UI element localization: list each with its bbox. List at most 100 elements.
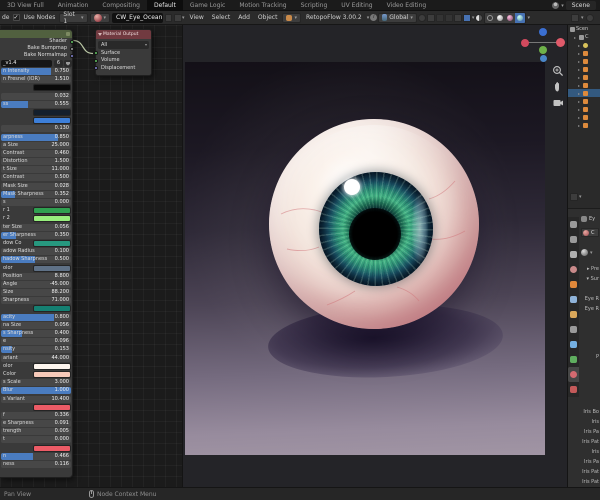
rendered-camera-view[interactable] bbox=[185, 62, 545, 455]
magnet-icon[interactable] bbox=[426, 13, 435, 22]
expand-arrow-icon[interactable]: ▸ bbox=[578, 83, 582, 88]
color-swatch[interactable] bbox=[32, 305, 71, 313]
expand-arrow-icon[interactable]: ▸ bbox=[578, 51, 582, 56]
proportional-edit-icon[interactable] bbox=[435, 13, 444, 22]
outliner-row-mesh[interactable]: ▸ bbox=[568, 113, 600, 121]
properties-tab-object[interactable] bbox=[568, 277, 579, 292]
number-input[interactable]: ter Size 0.056 bbox=[1, 223, 71, 231]
overlay-toggle-icon[interactable] bbox=[462, 13, 471, 22]
viewport-3d[interactable] bbox=[182, 25, 568, 487]
properties-tab-constraints[interactable] bbox=[568, 322, 579, 337]
matcap-icon[interactable] bbox=[475, 13, 484, 22]
number-input[interactable]: Angle -45.000 bbox=[1, 280, 71, 288]
expand-arrow-icon[interactable]: ▸ bbox=[578, 75, 582, 80]
menu-add[interactable]: Add bbox=[234, 14, 254, 21]
expand-arrow-icon[interactable]: ▸ bbox=[578, 115, 582, 120]
slider-input[interactable]: hadow Sharpness 0.500 bbox=[1, 256, 71, 264]
number-input[interactable]: ariant 44.000 bbox=[1, 354, 71, 362]
orientation-dropdown[interactable]: Global ▾ bbox=[378, 12, 417, 23]
slider-input[interactable]: arpness 0.850 bbox=[1, 133, 71, 141]
input-socket[interactable] bbox=[94, 66, 98, 70]
slot-dropdown[interactable]: Slot 1 ▾ bbox=[59, 11, 88, 25]
number-input[interactable]: Mask Size 0.028 bbox=[1, 182, 71, 190]
workspace-tab-uv-editing[interactable]: UV Editing bbox=[334, 0, 379, 11]
nodegroup-name-field[interactable]: _v1.4 bbox=[1, 60, 52, 67]
outliner-row-mesh[interactable]: ▸ bbox=[568, 121, 600, 129]
material-icon-dropdown[interactable]: ▾ bbox=[89, 12, 111, 23]
expand-arrow-icon[interactable]: ▸ bbox=[578, 91, 582, 96]
color-swatch[interactable] bbox=[32, 117, 71, 125]
properties-tab-particles[interactable] bbox=[568, 352, 579, 367]
shading-rendered-button[interactable] bbox=[515, 12, 526, 23]
number-input[interactable]: s Variant 10.400 bbox=[1, 395, 71, 403]
properties-tab-modifiers[interactable] bbox=[568, 292, 579, 307]
number-input[interactable]: s Scale 3.000 bbox=[1, 379, 71, 387]
slider-input[interactable]: acity 0.800 bbox=[1, 313, 71, 321]
number-input[interactable]: t 0.000 bbox=[1, 436, 71, 444]
expand-arrow-icon[interactable]: ▸ bbox=[578, 99, 582, 104]
properties-tab-material[interactable] bbox=[568, 367, 579, 382]
slider-input[interactable]: n 0.466 bbox=[1, 452, 71, 460]
slider-input[interactable]: nsity 0.153 bbox=[1, 346, 71, 354]
filter-icon[interactable] bbox=[571, 13, 579, 22]
color-swatch[interactable] bbox=[32, 444, 71, 452]
editor-divider[interactable] bbox=[567, 25, 568, 487]
properties-tab-scene[interactable] bbox=[568, 247, 579, 262]
properties-tab-physics[interactable] bbox=[568, 307, 579, 322]
properties-tab-texture[interactable] bbox=[568, 382, 579, 397]
number-input[interactable]: s 0.000 bbox=[1, 199, 71, 206]
scene-name[interactable]: Scene bbox=[565, 1, 596, 10]
gizmo-z-dot[interactable] bbox=[539, 28, 547, 36]
eye-shader-group-node[interactable]: Shader Bake Bumpmap Bake Normalmap _v1.4 6… bbox=[0, 29, 74, 478]
workspace-tab-game-logic[interactable]: Game Logic bbox=[183, 0, 232, 11]
workspace-tab-video-editing[interactable]: Video Editing bbox=[380, 0, 434, 11]
outliner[interactable]: Scen ▸ C ▸ ▸ ▸ ▸ ▸ ▸ ▸ ▸ ▸ ▸ ▸ ▾ bbox=[568, 25, 600, 208]
gizmo-x-dot[interactable] bbox=[556, 38, 565, 47]
outliner-row-mesh[interactable]: ▸ bbox=[568, 89, 600, 97]
new-material-button[interactable] bbox=[174, 13, 182, 22]
use-nodes-label[interactable]: Use Nodes bbox=[22, 14, 58, 21]
properties-tab-data[interactable] bbox=[568, 337, 579, 352]
color-swatch[interactable] bbox=[32, 207, 71, 215]
outliner-row-scene[interactable]: Scen bbox=[568, 25, 600, 33]
retopoflow-menu[interactable]: RetopoFlow 3.00.2 bbox=[302, 14, 366, 21]
color-swatch[interactable] bbox=[32, 370, 71, 378]
number-input[interactable]: 0.032 bbox=[1, 92, 71, 100]
menu-view[interactable]: View bbox=[186, 14, 208, 21]
outliner-row-mesh[interactable]: ▸ bbox=[568, 105, 600, 113]
group-expand-icon[interactable] bbox=[66, 32, 70, 36]
color-swatch[interactable] bbox=[32, 264, 71, 272]
expand-arrow-icon[interactable]: ▸ bbox=[578, 67, 582, 72]
color-swatch[interactable] bbox=[32, 84, 71, 92]
zoom-tool-icon[interactable] bbox=[552, 65, 564, 77]
menu-object[interactable]: Object bbox=[254, 14, 282, 21]
number-input[interactable]: Position 8.800 bbox=[1, 272, 71, 280]
node-menu[interactable]: de bbox=[1, 14, 11, 21]
number-input[interactable]: e 0.096 bbox=[1, 338, 71, 346]
outliner-row-mesh[interactable]: ▸ bbox=[568, 81, 600, 89]
output-socket[interactable] bbox=[70, 39, 74, 44]
manipulator-icon[interactable] bbox=[453, 13, 462, 22]
color-swatch[interactable] bbox=[32, 403, 71, 411]
outliner-row-mesh[interactable]: ▸ bbox=[568, 49, 600, 57]
unlink-button[interactable] bbox=[164, 13, 173, 22]
group-node-header[interactable] bbox=[0, 30, 72, 38]
camera-view-icon[interactable] bbox=[552, 97, 564, 109]
material-slot-row[interactable]: C bbox=[581, 228, 599, 237]
number-input[interactable]: f 0.336 bbox=[1, 411, 71, 419]
expand-arrow-icon[interactable]: ▸ bbox=[578, 59, 582, 64]
slider-input[interactable]: s Sharpness 0.400 bbox=[1, 330, 71, 337]
properties-tab-render-layers[interactable] bbox=[568, 232, 579, 247]
slider-input[interactable]: Blur 1.000 bbox=[1, 387, 71, 395]
number-input[interactable]: n Fresnel (IOR) 1.510 bbox=[1, 76, 71, 84]
menu-select[interactable]: Select bbox=[208, 14, 235, 21]
number-input[interactable]: ness 0.116 bbox=[1, 461, 71, 468]
number-input[interactable]: na Size 0.056 bbox=[1, 321, 71, 329]
gizmo-z-neg-dot[interactable] bbox=[540, 55, 547, 62]
number-input[interactable]: trength 0.005 bbox=[1, 428, 71, 436]
use-nodes-checkbox[interactable]: ✓ bbox=[12, 14, 20, 21]
snap-target-icon[interactable] bbox=[417, 13, 426, 22]
target-dropdown[interactable]: All ▾ bbox=[98, 41, 149, 49]
material-output-node[interactable]: Material Output All ▾ Surface Volume Displ… bbox=[94, 29, 152, 76]
color-swatch[interactable] bbox=[32, 215, 71, 223]
